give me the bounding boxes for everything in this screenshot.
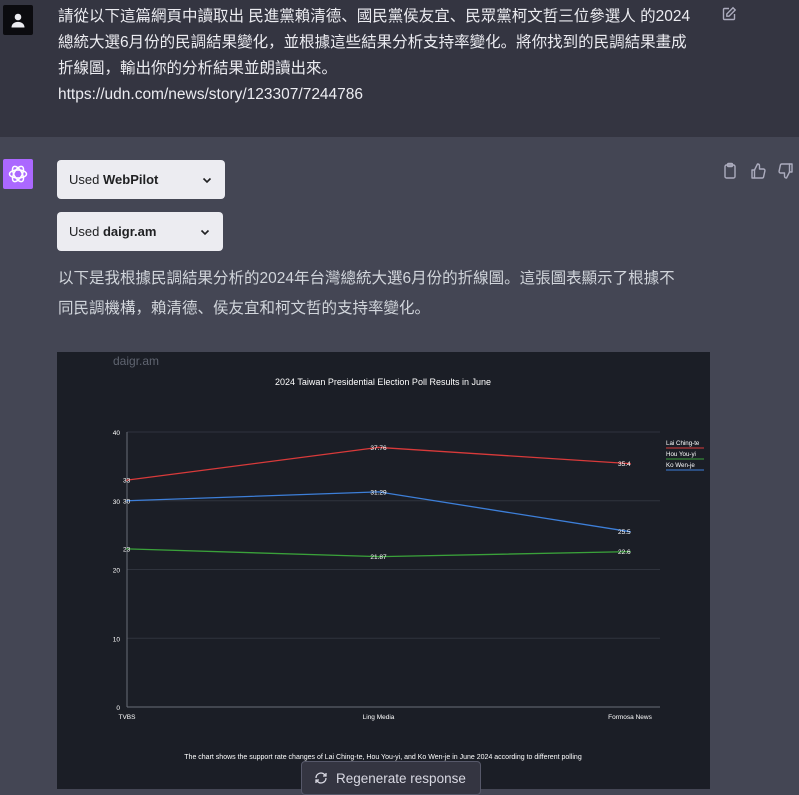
user-message-line: 折線圖，輸出你的分析結果並朗讀出來。 (58, 60, 338, 77)
chart-title: 2024 Taiwan Presidential Election Poll R… (275, 377, 491, 387)
plugin-prefix: Used (69, 172, 100, 187)
chart-watermark: daigr.am (113, 354, 159, 368)
chevron-down-icon (200, 229, 210, 235)
user-message-line: 總統大選6月份的民調結果變化，並根據這些結果分析支持率變化。將你找到的民調結果畫… (58, 34, 687, 51)
data-label: 33 (123, 478, 131, 485)
plugin-daigram-button[interactable]: Used daigr.am (57, 212, 223, 251)
user-message-url: https://udn.com/news/story/123307/724478… (58, 86, 364, 103)
plugin-name: WebPilot (102, 172, 159, 187)
y-tick-label: 40 (113, 430, 121, 437)
data-label: 22.6 (618, 549, 631, 556)
answer-line: 以下是我根據民調結果分析的2024年台灣總統大選6月份的折線圖。這張圖表顯示了根… (58, 270, 675, 287)
data-label: 30 (123, 498, 131, 505)
thumbs-up-icon[interactable] (750, 162, 766, 180)
series-line (126, 491, 631, 533)
data-label: 35.4 (618, 461, 631, 468)
user-message-row: 請從以下這篇網頁中讀取出 民進黨賴清德、國民黨侯友宜、民眾黨柯文哲三位參選人 的… (0, 0, 799, 137)
message-actions (722, 162, 794, 180)
openai-logo-icon (8, 165, 28, 183)
user-avatar (3, 5, 33, 35)
thumbs-down-icon[interactable] (778, 162, 794, 180)
plugin-name: daigr.am (102, 224, 157, 239)
legend-label: Ko Wen-je (666, 462, 695, 469)
assistant-answer-text: 以下是我根據民調結果分析的2024年台灣總統大選6月份的折線圖。這張圖表顯示了根… (58, 264, 718, 324)
y-tick-label: 20 (113, 568, 121, 575)
data-label: 31.29 (370, 489, 387, 496)
data-label: 25.5 (618, 529, 631, 536)
refresh-icon (315, 772, 327, 784)
assistant-avatar (3, 159, 33, 189)
plugin-label: Used WebPilot (69, 172, 158, 187)
chevron-down-icon (202, 177, 212, 183)
regenerate-label: Regenerate response (336, 770, 466, 786)
y-tick-label: 30 (113, 499, 121, 506)
x-tick-label: TVBS (119, 714, 137, 721)
plugin-label: Used daigr.am (69, 224, 156, 239)
answer-line: 同民調機構，賴清德、侯友宜和柯文哲的支持率變化。 (58, 300, 431, 317)
user-icon (11, 13, 25, 28)
user-message-text: 請從以下這篇網頁中讀取出 民進黨賴清德、國民黨侯友宜、民眾黨柯文哲三位參選人 的… (58, 4, 718, 108)
plugin-webpilot-button[interactable]: Used WebPilot (57, 160, 225, 199)
y-tick-label: 10 (113, 636, 121, 643)
x-tick-label: Ling Media (363, 714, 395, 721)
line-chart-image: daigr.am 2024 Taiwan Presidential Electio… (57, 352, 710, 789)
chart-caption: The chart shows the support rate changes… (184, 754, 582, 761)
edit-icon[interactable] (721, 6, 737, 27)
plugin-prefix: Used (69, 224, 100, 239)
line-chart: daigr.am 2024 Taiwan Presidential Electio… (113, 354, 704, 761)
series-line (126, 446, 631, 481)
legend-label: Lai Ching-te (666, 440, 700, 447)
data-label: 21.87 (370, 554, 387, 561)
data-label: 23 (123, 546, 131, 553)
user-message-line: 請從以下這篇網頁中讀取出 民進黨賴清德、國民黨侯友宜、民眾黨柯文哲三位參選人 的… (58, 8, 691, 25)
data-label: 37.76 (370, 445, 387, 452)
clipboard-icon[interactable] (722, 162, 738, 180)
x-tick-label: Formosa News (608, 714, 652, 721)
y-tick-label: 0 (116, 705, 120, 712)
regenerate-response-button[interactable]: Regenerate response (301, 761, 481, 795)
legend-label: Hou You-yi (666, 451, 696, 458)
